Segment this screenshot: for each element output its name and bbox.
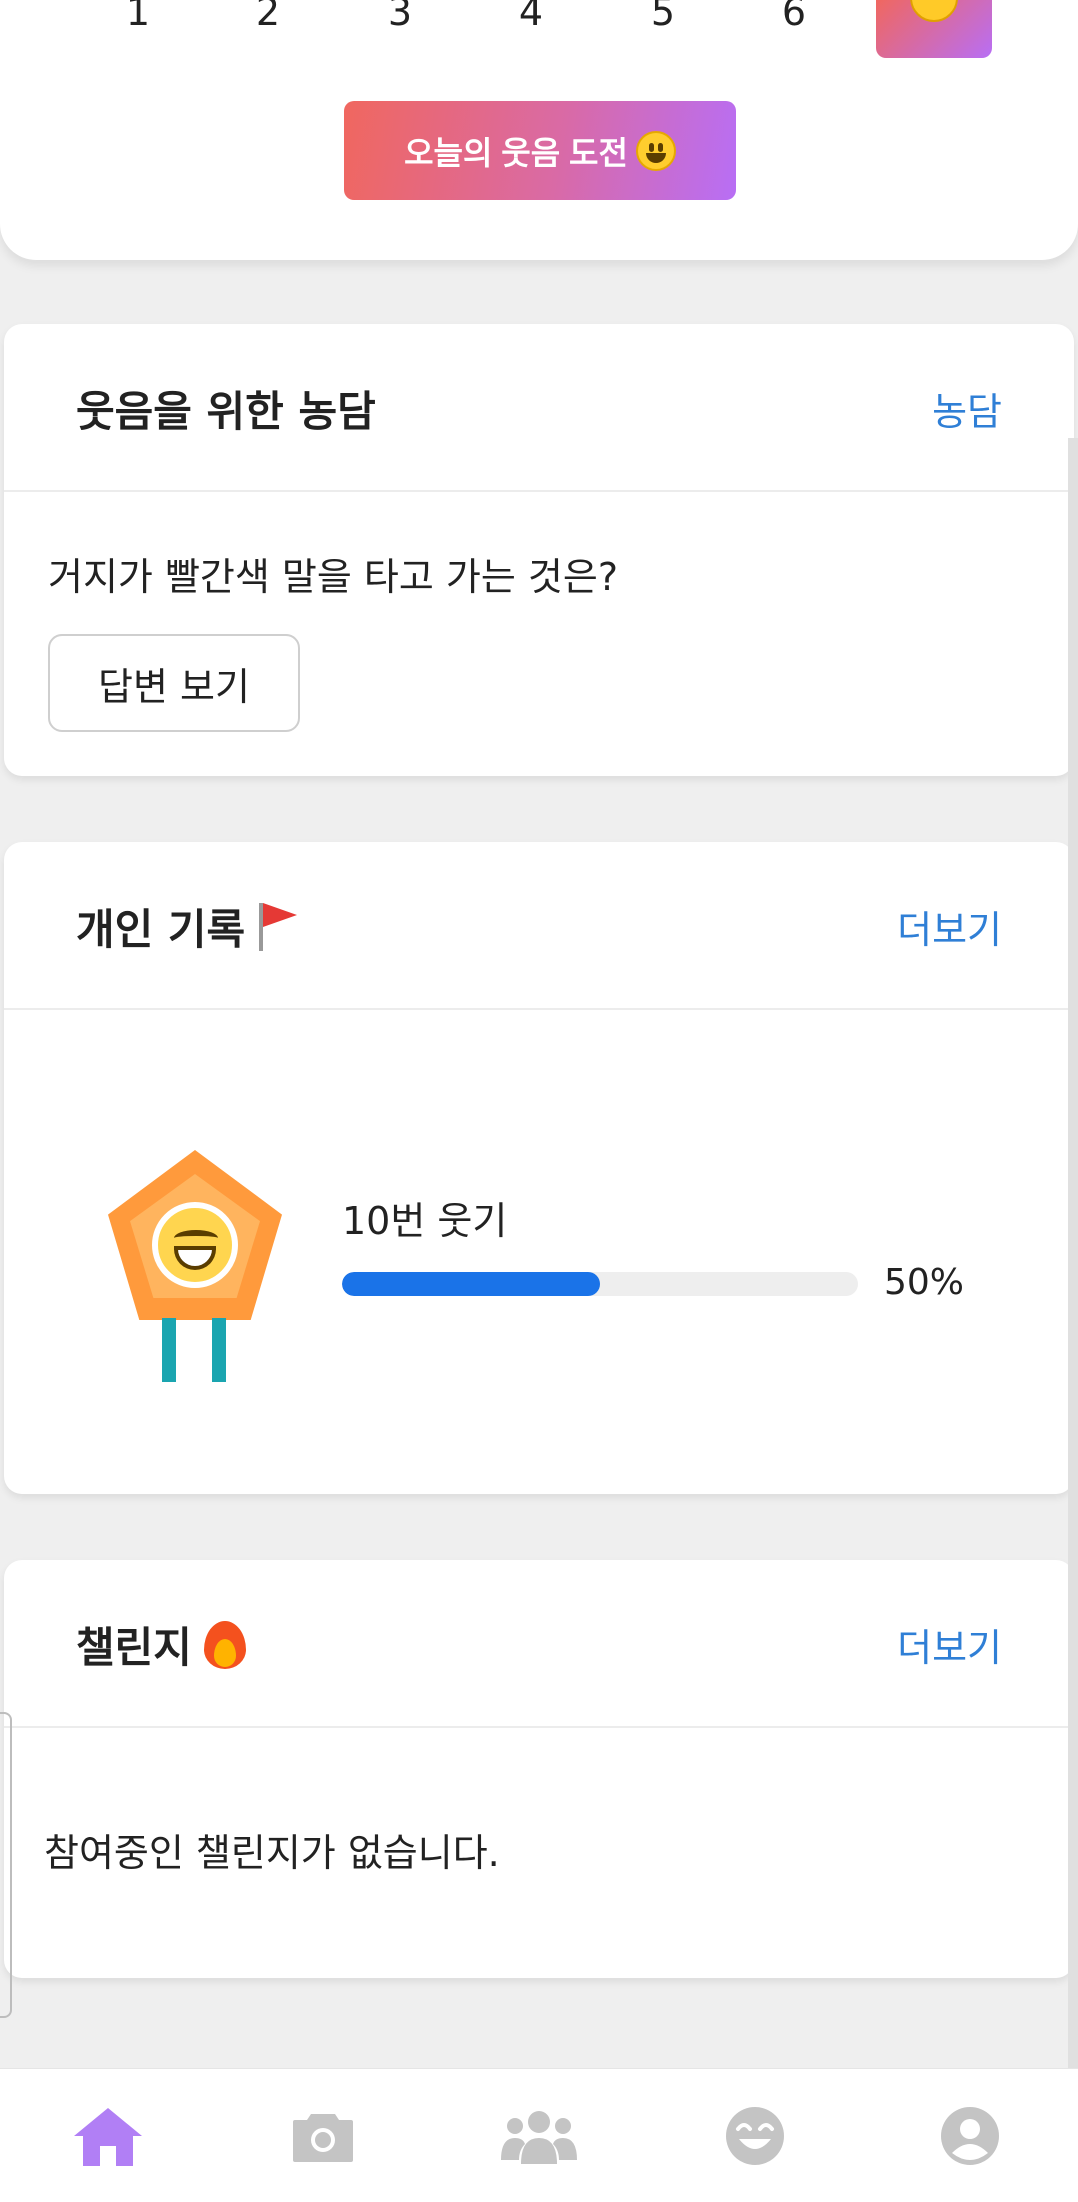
scrollbar[interactable]	[1068, 438, 1078, 2068]
flag-icon	[255, 899, 299, 953]
show-answer-button[interactable]: 답변 보기	[48, 634, 300, 732]
no-challenge-message: 참여중인 챌린지가 없습니다.	[44, 1831, 500, 1875]
smile-medal-icon	[100, 1150, 290, 1390]
side-panel-handle[interactable]	[0, 1712, 12, 2018]
calendar-day[interactable]: 5	[633, 0, 693, 34]
calendar-today-cell[interactable]	[876, 0, 992, 58]
joke-question: 거지가 빨간색 말을 타고 가는 것은?	[48, 555, 619, 599]
smiley-icon	[635, 130, 676, 171]
challenge-button-label: 오늘의 웃음 도전	[404, 134, 628, 171]
goal-label: 10번 웃기	[342, 1199, 508, 1243]
joke-card: 웃음을 위한 농담 농담 거지가 빨간색 말을 타고 가는 것은? 답변 보기	[4, 324, 1074, 776]
record-card-title-wrap: 개인 기록	[76, 842, 299, 1010]
nav-account[interactable]	[925, 2091, 1015, 2181]
goal-progress-fill	[342, 1272, 600, 1296]
bottom-navigation	[0, 2068, 1078, 2202]
record-card-header: 개인 기록 더보기	[4, 842, 1074, 1010]
calendar-day[interactable]: 2	[238, 0, 298, 34]
nav-home[interactable]	[63, 2091, 153, 2181]
joke-link[interactable]: 농담	[932, 324, 1002, 492]
account-icon	[941, 2106, 1000, 2165]
goal-progress-percent: 50%	[884, 1262, 965, 1303]
calendar-day[interactable]: 4	[501, 0, 561, 34]
challenge-card-header: 챌린지 더보기	[4, 1560, 1074, 1728]
smiley-face-icon	[910, 0, 958, 22]
fire-icon	[202, 1617, 248, 1671]
calendar-card: 1 2 3 4 5 6 오늘의 웃음 도전	[0, 0, 1078, 260]
group-icon	[500, 2110, 577, 2164]
daily-laugh-challenge-button[interactable]: 오늘의 웃음 도전	[344, 101, 736, 200]
camera-icon	[293, 2113, 354, 2162]
smile-icon	[725, 2106, 784, 2165]
nav-camera[interactable]	[278, 2091, 368, 2181]
calendar-day[interactable]: 6	[764, 0, 824, 34]
challenge-card: 챌린지 더보기	[4, 1560, 1074, 1978]
joke-card-header: 웃음을 위한 농담 농담	[4, 324, 1074, 492]
calendar-day[interactable]: 3	[370, 0, 430, 34]
challenge-card-title-wrap: 챌린지	[76, 1560, 248, 1728]
home-icon	[73, 2107, 142, 2166]
calendar-day[interactable]: 1	[108, 0, 168, 34]
record-more-link[interactable]: 더보기	[897, 842, 1002, 1010]
goal-progress-bar	[342, 1272, 858, 1296]
joke-card-title: 웃음을 위한 농담	[76, 386, 376, 436]
challenge-more-link[interactable]: 더보기	[897, 1560, 1002, 1728]
record-card-title: 개인 기록	[76, 904, 246, 954]
nav-smile[interactable]	[710, 2091, 800, 2181]
nav-friends[interactable]	[494, 2091, 584, 2181]
challenge-card-title: 챌린지	[76, 1622, 192, 1672]
